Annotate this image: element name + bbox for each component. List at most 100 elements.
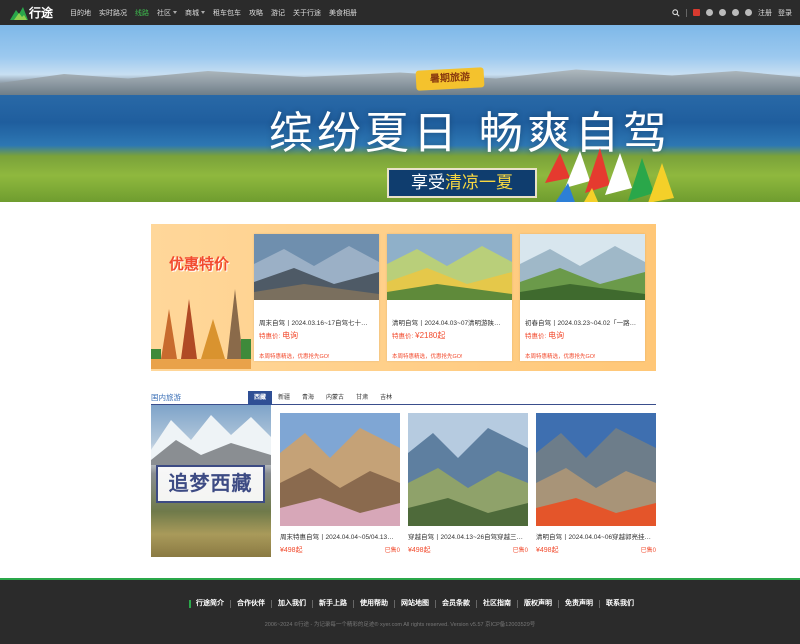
deal-price: 特惠价: 电询	[525, 330, 564, 341]
footer-link[interactable]: 行途简介	[189, 600, 230, 608]
domestic-title: 国内旅游	[151, 393, 181, 402]
deal-title: 清明自驾丨2024.04.03~07清明游陕…	[392, 320, 501, 327]
banner-mountains	[0, 69, 800, 95]
nav-item[interactable]: 美食相册	[325, 8, 361, 18]
region-tab[interactable]: 新疆	[272, 391, 296, 405]
route-price: ¥498起	[408, 547, 431, 554]
nav-item-label: 美食相册	[329, 9, 357, 17]
deal-card[interactable]: 初春自驾丨2024.03.23~04.02「一路… 特惠价: 电询本周特惠精选，优…	[520, 234, 645, 361]
nav-item[interactable]: 商城	[181, 8, 209, 18]
route-title: 周末特惠自驾丨2024.04.04~05/04.13…	[280, 534, 394, 541]
domestic-tabs: 西藏 新疆 青海 内蒙古 甘肃 吉林	[248, 391, 398, 405]
nav-right: 注册 登录	[672, 0, 792, 25]
qq-icon[interactable]	[706, 9, 713, 16]
footer-link[interactable]: 免责声明	[558, 600, 599, 608]
hero-banner[interactable]: 暑期旅游 缤纷夏日 畅爽自驾 享受清凉一夏	[0, 25, 800, 202]
weibo2-icon[interactable]	[732, 9, 739, 16]
banner-sub-prefix: 享受	[411, 173, 445, 192]
nav-item-label: 实时路况	[99, 9, 127, 17]
nav-item[interactable]: 目的地	[66, 8, 95, 18]
copyright: 2006~2024 ©行途 - 为记录每一个精彩的足迹® xyer.com Al…	[264, 622, 536, 628]
footer-link[interactable]: 版权声明	[517, 600, 558, 608]
deal-title: 初春自驾丨2024.03.23~04.02「一路…	[525, 320, 637, 327]
deal-card[interactable]: 清明自驾丨2024.04.03~07清明游陕… 特惠价: ¥2180起本周特惠精选…	[387, 234, 512, 361]
nav-item-label: 游记	[271, 9, 285, 17]
region-tab[interactable]: 甘肃	[350, 391, 374, 405]
region-tab[interactable]: 内蒙古	[320, 391, 350, 405]
feature-title: 追梦西藏	[156, 465, 265, 503]
region-tab[interactable]: 吉林	[374, 391, 398, 405]
nav-item-label: 关于行途	[293, 9, 321, 17]
feature-tibet-banner[interactable]: 追梦西藏	[151, 405, 271, 557]
route-card[interactable]: 清明自驾丨2024.04.04~06穿越郭亮挂… ¥498起 已售0	[536, 413, 656, 557]
route-price: ¥498起	[536, 547, 559, 554]
user-icon[interactable]	[745, 9, 752, 16]
nav-item-label: 租车包车	[213, 9, 241, 17]
deal-price-label: 特惠价:	[525, 333, 547, 340]
route-price: ¥498起	[280, 547, 303, 554]
logo-mountain-icon	[10, 6, 28, 20]
banner-sign: 暑期旅游	[415, 67, 485, 91]
prayer-flags-illustration	[545, 148, 674, 202]
feature-mountains	[151, 415, 271, 465]
deal-photo	[520, 234, 645, 300]
banner-sub-highlight: 清凉一夏	[445, 173, 513, 192]
deals-title: 优惠特价	[169, 255, 230, 273]
nav-item[interactable]: 关于行途	[289, 8, 325, 18]
deal-price-value: 电询	[282, 331, 299, 340]
route-title: 穿越自驾丨2024.04.13~26自驾穿越三…	[408, 534, 524, 541]
nav-item[interactable]: 租车包车	[209, 8, 245, 18]
nav-item[interactable]: 线路	[131, 8, 153, 18]
site-logo[interactable]: 行途	[10, 3, 53, 22]
footer-link[interactable]: 合作伙伴	[230, 600, 271, 608]
domestic-header: 国内旅游 西藏 新疆 青海 内蒙古 甘肃 吉林	[151, 391, 656, 405]
deal-price-label: 特惠价:	[259, 333, 281, 340]
deal-photo	[387, 234, 512, 300]
nav-item-label: 攻略	[249, 9, 263, 17]
footer-links: 行途简介 合作伙伴 加入我们 新手上路 使用帮助 网站地图 会员条款 社区指南 版权声明 免责声明…	[189, 600, 640, 608]
route-title: 清明自驾丨2024.04.04~06穿越郭亮挂…	[536, 534, 652, 541]
nav-item-label: 商城	[185, 9, 199, 17]
route-photo	[408, 413, 528, 526]
deal-price-label: 特惠价:	[392, 333, 414, 340]
route-photo	[280, 413, 400, 526]
landmarks-illustration	[151, 289, 251, 369]
register-link[interactable]: 注册	[758, 8, 772, 18]
region-tab[interactable]: 西藏	[248, 391, 273, 405]
footer-link[interactable]: 加入我们	[271, 600, 312, 608]
weibo-icon[interactable]	[693, 9, 700, 16]
footer-link[interactable]: 新手上路	[312, 600, 353, 608]
footer-link[interactable]: 使用帮助	[353, 600, 394, 608]
nav-item[interactable]: 游记	[267, 8, 289, 18]
deal-price-value: ¥2180起	[415, 331, 446, 340]
deal-note: 本周特惠精选，优惠抢先GO!	[392, 354, 463, 360]
chevron-down-icon	[201, 11, 205, 14]
nav-item-label: 目的地	[70, 9, 91, 17]
footer-link[interactable]: 联系我们	[599, 600, 640, 608]
footer-link[interactable]: 会员条款	[435, 600, 476, 608]
login-link[interactable]: 登录	[778, 8, 792, 18]
banner-subtitle: 享受清凉一夏	[387, 168, 537, 198]
nav-item-label: 线路	[135, 9, 149, 17]
deals-section: 优惠特价 周末自驾丨2024.03.16~17自驾七十… 特惠价: 电询 本周特惠精…	[151, 224, 656, 371]
nav-item[interactable]: 攻略	[245, 8, 267, 18]
footer-link[interactable]: 网站地图	[394, 600, 435, 608]
route-sold: 已售0	[640, 548, 656, 554]
search-icon[interactable]	[672, 8, 680, 17]
deal-card[interactable]: 周末自驾丨2024.03.16~17自驾七十… 特惠价: 电询 本周特惠精选，优惠抢…	[254, 234, 379, 361]
nav-divider	[686, 8, 687, 17]
deal-price: 特惠价: ¥2180起	[392, 330, 445, 341]
footer-link[interactable]: 社区指南	[476, 600, 517, 608]
nav-item[interactable]: 社区	[153, 8, 181, 18]
route-photo	[536, 413, 656, 526]
route-card[interactable]: 周末特惠自驾丨2024.04.04~05/04.13… ¥498起 已售0	[280, 413, 400, 557]
route-card[interactable]: 穿越自驾丨2024.04.13~26自驾穿越三… ¥498起 已售0	[408, 413, 528, 557]
nav-item-label: 社区	[157, 9, 171, 17]
wechat-icon[interactable]	[719, 9, 726, 16]
nav-item[interactable]: 实时路况	[95, 8, 131, 18]
region-tab[interactable]: 青海	[296, 391, 320, 405]
route-sold: 已售0	[512, 548, 528, 554]
top-nav: 行途 目的地 实时路况 线路 社区 商城 租车包车 攻略 游记 关于行途 美食相册 注册 登录	[0, 0, 800, 25]
nav-menu: 目的地 实时路况 线路 社区 商城 租车包车 攻略 游记 关于行途 美食相册	[66, 0, 361, 25]
deal-note: 本周特惠精选，优惠抢先GO!	[525, 354, 596, 360]
